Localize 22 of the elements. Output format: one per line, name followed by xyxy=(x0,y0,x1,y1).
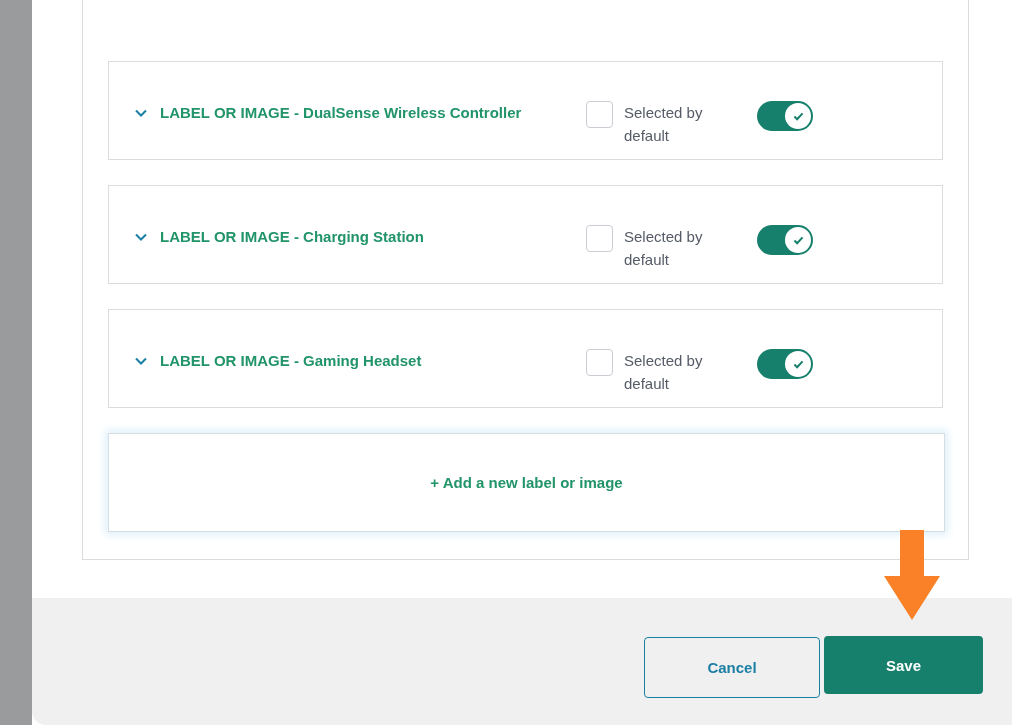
checkmark-icon xyxy=(792,359,804,369)
toggle-switch[interactable] xyxy=(757,101,813,131)
checkbox[interactable] xyxy=(586,349,613,376)
option-title: LABEL OR IMAGE - DualSense Wireless Controller xyxy=(160,104,523,122)
checkbox-label: Selected by default xyxy=(624,103,704,146)
chevron-down-icon[interactable] xyxy=(135,233,147,241)
checkbox[interactable] xyxy=(586,101,613,128)
save-button[interactable]: Save xyxy=(824,636,983,694)
chevron-down-icon[interactable] xyxy=(135,109,147,117)
toggle-switch[interactable] xyxy=(757,349,813,379)
arrow-down-icon xyxy=(884,530,940,620)
cancel-button[interactable]: Cancel xyxy=(644,637,820,698)
toggle-switch[interactable] xyxy=(757,225,813,255)
add-label-link[interactable]: + Add a new label or image xyxy=(430,474,623,491)
checkmark-icon xyxy=(792,111,804,121)
chevron-down-icon[interactable] xyxy=(135,357,147,365)
checkbox[interactable] xyxy=(586,225,613,252)
checkmark-icon xyxy=(792,235,804,245)
checkbox-label: Selected by default xyxy=(624,351,704,394)
checkbox-label: Selected by default xyxy=(624,227,704,270)
option-title: LABEL OR IMAGE - Gaming Headset xyxy=(160,352,423,370)
option-title: LABEL OR IMAGE - Charging Station xyxy=(160,228,425,246)
